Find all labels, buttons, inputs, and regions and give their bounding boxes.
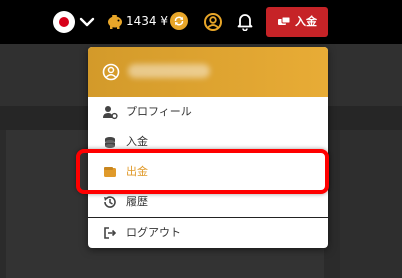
username-blurred — [128, 64, 210, 78]
menu-item-label: 入金 — [126, 135, 148, 148]
highlight-annotation-box — [76, 149, 329, 194]
deposit-button-label: 入金 — [295, 15, 317, 28]
balance-amount: 1434 ¥ — [126, 14, 168, 28]
deposit-button[interactable]: 入金 — [266, 7, 328, 37]
top-bar: 1434 ¥ 入金 — [0, 0, 402, 44]
menu-item-label: プロフィール — [126, 105, 192, 118]
refresh-icon — [174, 16, 184, 26]
chevron-down-icon[interactable] — [78, 14, 96, 30]
user-settings-icon — [103, 106, 118, 120]
user-account-icon[interactable] — [203, 12, 223, 32]
coins-icon — [278, 16, 291, 25]
menu-item-label: 履歴 — [126, 195, 148, 208]
menu-item-profile[interactable]: プロフィール — [88, 97, 328, 127]
user-avatar-icon — [102, 63, 120, 81]
notification-bell-icon[interactable] — [236, 11, 254, 31]
account-menu-header — [88, 47, 328, 97]
account-dropdown-menu: プロフィール 入金 出金 履歴 ログアウト — [88, 47, 328, 248]
menu-item-logout[interactable]: ログアウト — [88, 218, 328, 248]
history-icon — [104, 196, 116, 208]
japan-flag-icon[interactable] — [53, 11, 75, 33]
flag-dot — [59, 17, 69, 27]
refresh-balance-button[interactable] — [170, 12, 188, 30]
piggy-bank-icon — [108, 15, 122, 29]
logout-icon — [104, 227, 117, 239]
coins-icon — [105, 137, 115, 148]
menu-item-label: ログアウト — [126, 226, 181, 239]
side-rail — [340, 130, 402, 278]
